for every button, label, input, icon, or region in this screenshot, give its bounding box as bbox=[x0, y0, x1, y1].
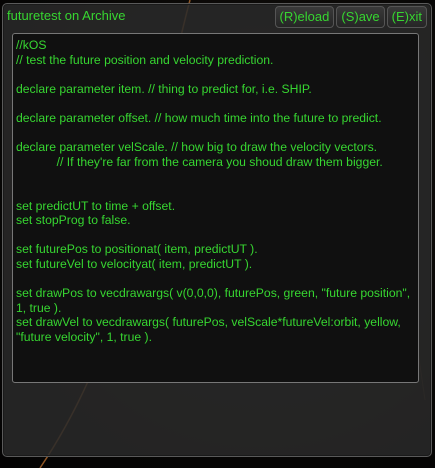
save-button[interactable]: (S)ave bbox=[336, 6, 385, 28]
exit-button[interactable]: (E)xit bbox=[386, 6, 427, 28]
reload-button[interactable]: (R)eload bbox=[274, 6, 335, 28]
window-title: futuretest on Archive bbox=[7, 8, 126, 23]
editor-window: futuretest on Archive (R)eload (S)ave (E… bbox=[2, 3, 432, 457]
window-toolbar: (R)eload (S)ave (E)xit bbox=[274, 6, 427, 28]
script-text-area[interactable]: //kOS // test the future position and ve… bbox=[12, 33, 419, 383]
script-code-text[interactable]: //kOS // test the future position and ve… bbox=[13, 34, 418, 344]
